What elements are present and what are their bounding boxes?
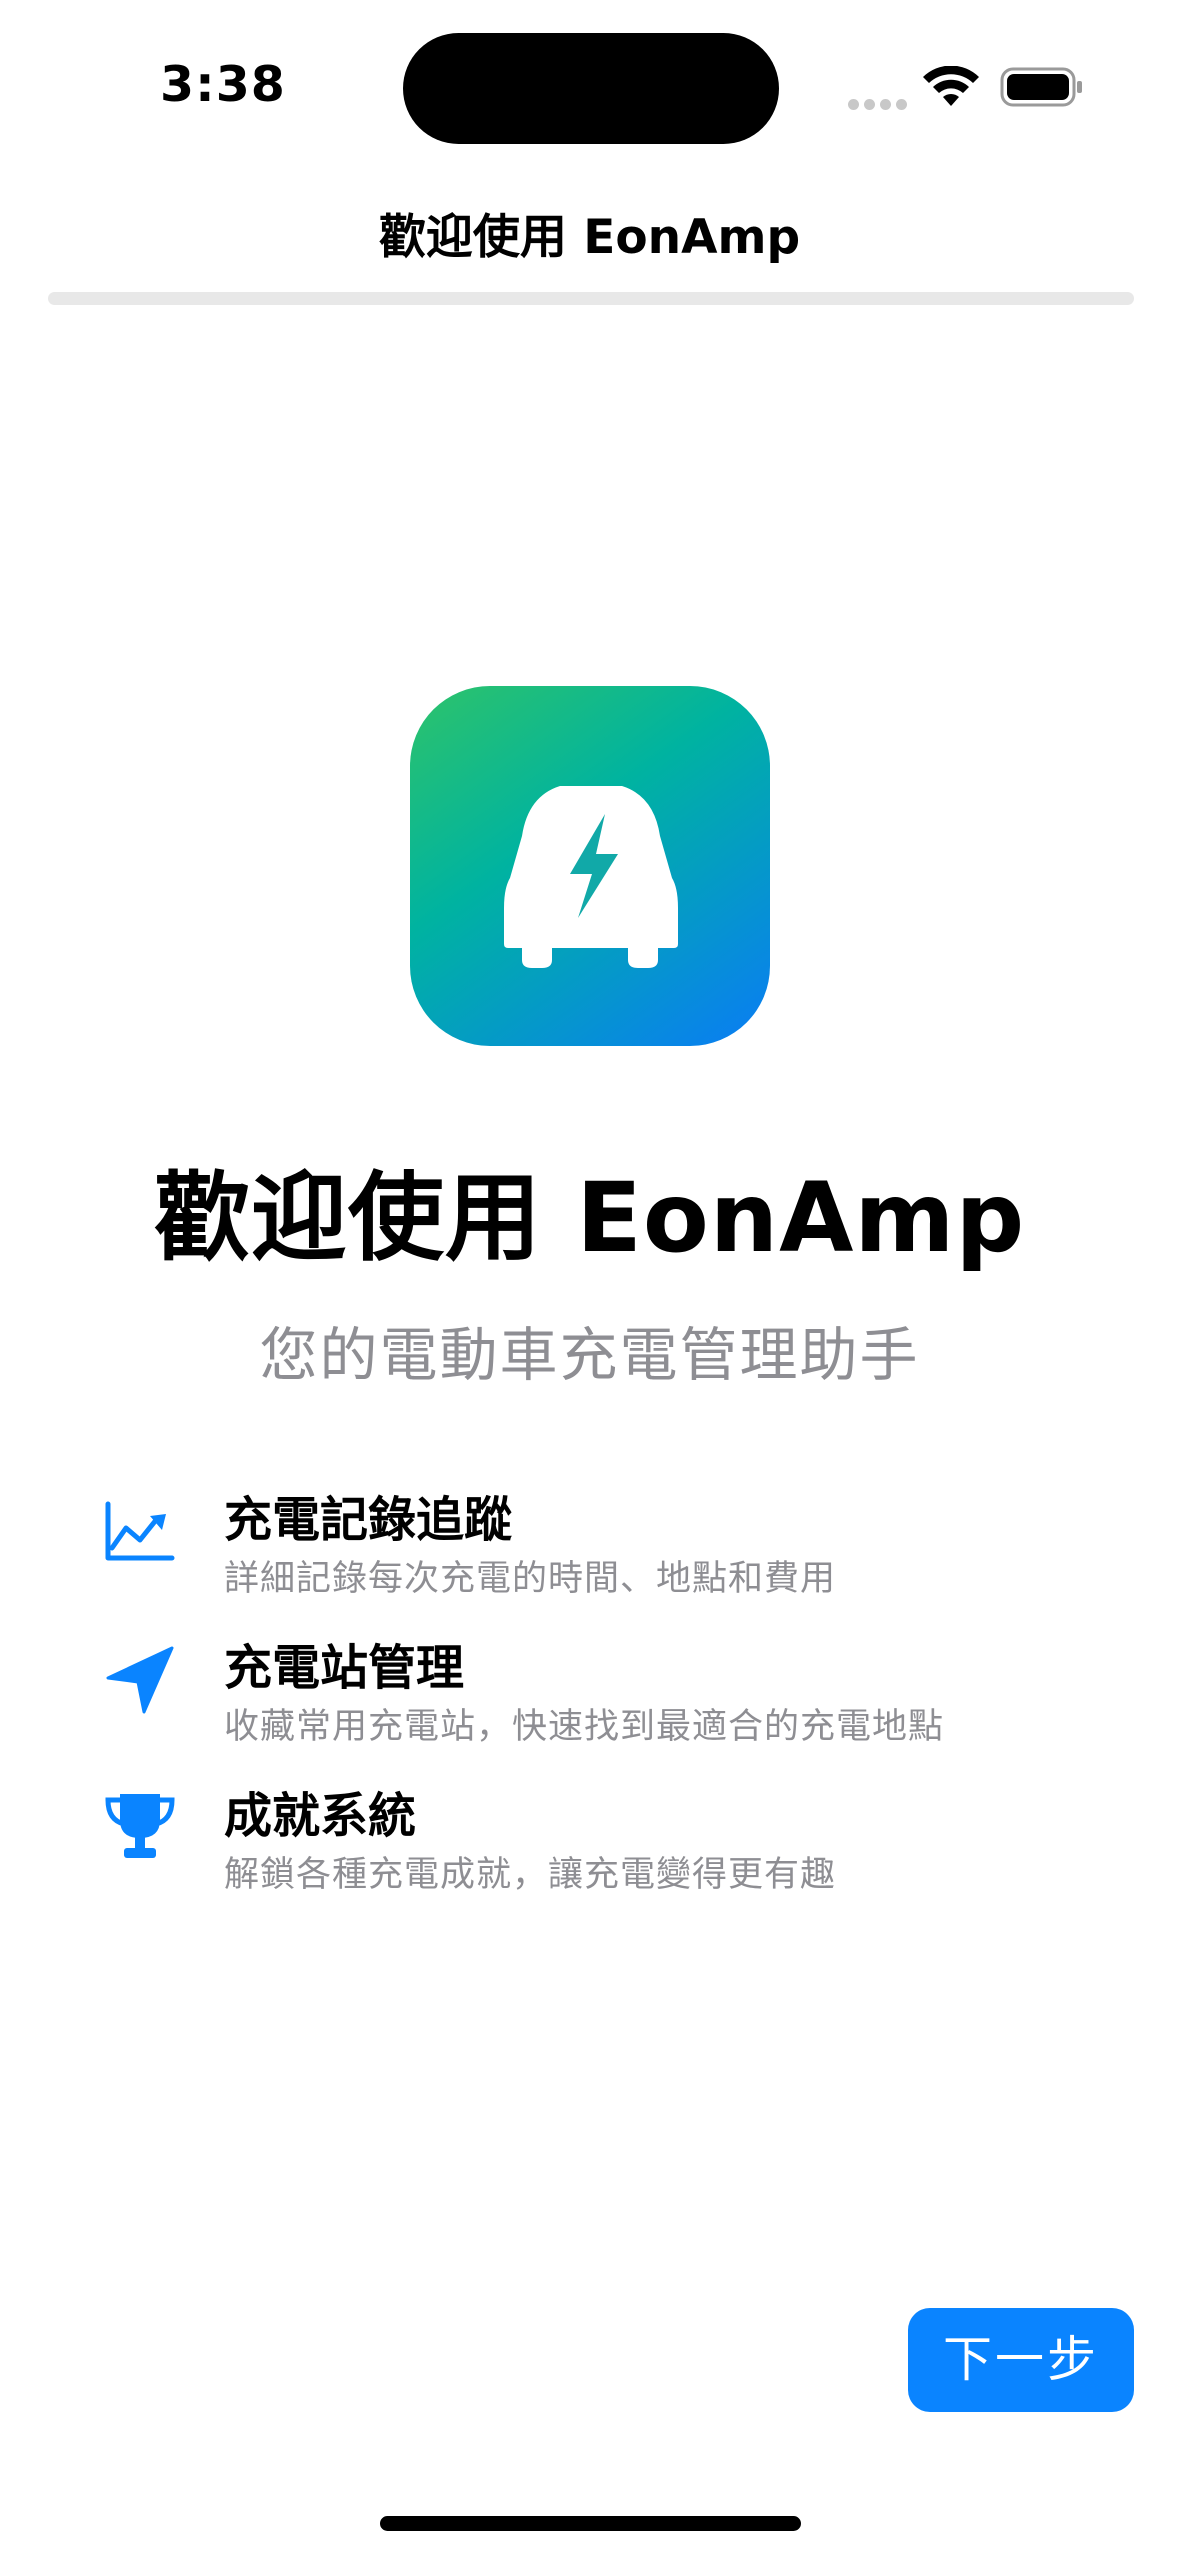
nav-title: 歡迎使用 EonAmp [378,210,801,265]
feature-title: 充電記錄追蹤 [224,1492,513,1548]
feature-item: 充電記錄追蹤 詳細記錄每次充電的時間、地點和費用 [100,1480,1100,1610]
feature-title: 充電站管理 [224,1640,465,1696]
trophy-icon [105,1794,175,1858]
battery-icon [1000,67,1082,107]
feature-description: 詳細記錄每次充電的時間、地點和費用 [224,1559,837,1599]
feature-item: 充電站管理 收藏常用充電站，快速找到最適合的充電地點 [100,1628,1100,1758]
chart-line-icon [105,1501,175,1561]
feature-title: 成就系統 [224,1788,417,1844]
ev-car-bolt-icon [410,686,770,1046]
status-bar: 3:38 [0,0,1179,160]
next-button[interactable]: 下一步 [908,2308,1134,2412]
wifi-icon [923,66,979,106]
feature-description: 收藏常用充電站，快速找到最適合的充電地點 [224,1707,945,1747]
dynamic-island [403,33,779,144]
onboarding-progress-bar [48,292,1134,305]
cellular-signal-icon [848,95,912,114]
location-arrow-icon [106,1646,174,1714]
feature-item: 成就系統 解鎖各種充電成就，讓充電變得更有趣 [100,1776,1100,1906]
welcome-title: 歡迎使用 EonAmp [153,1162,1026,1274]
welcome-subtitle: 您的電動車充電管理助手 [259,1321,920,1389]
status-time: 3:38 [160,56,286,113]
home-indicator[interactable] [380,2516,801,2531]
feature-description: 解鎖各種充電成就，讓充電變得更有趣 [224,1855,837,1895]
